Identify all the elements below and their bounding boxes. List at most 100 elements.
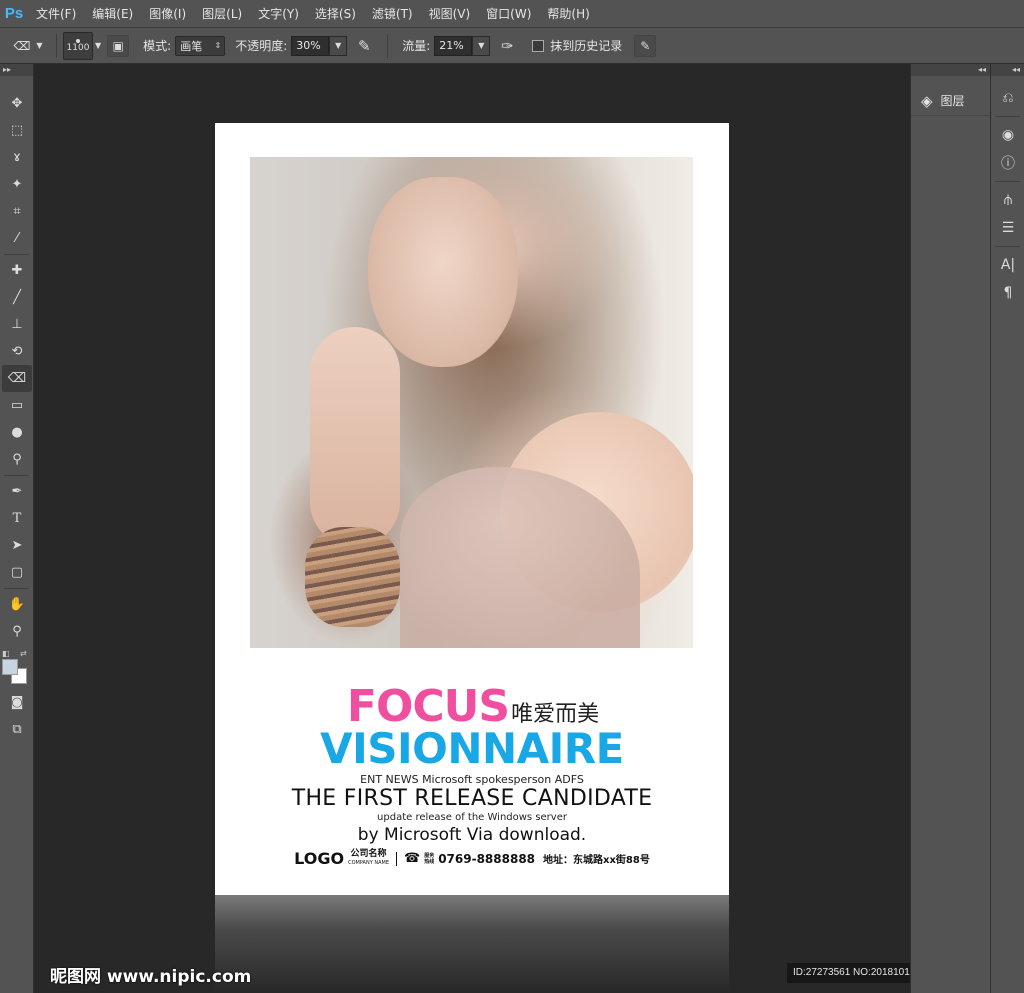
- swap-colors-icon[interactable]: ⇄: [20, 649, 27, 658]
- airbrush-toggle[interactable]: ✑: [496, 35, 518, 57]
- shape-tool[interactable]: ▢: [2, 559, 32, 586]
- pressure-size-toggle[interactable]: ✎: [634, 34, 657, 57]
- opacity-dropdown[interactable]: ▼: [329, 35, 348, 56]
- mode-value: 画笔: [180, 39, 203, 53]
- menu-edit[interactable]: 编辑(E): [84, 0, 141, 28]
- marquee-tool[interactable]: ⬚: [2, 117, 32, 144]
- magic-wand-tool[interactable]: ✦: [2, 171, 32, 198]
- brush-tool[interactable]: ╱: [2, 284, 32, 311]
- history-brush-tool[interactable]: ⟲: [2, 338, 32, 365]
- brush-panel-toggle[interactable]: ▣: [107, 34, 130, 57]
- opacity-input[interactable]: 30%: [291, 35, 330, 56]
- dodge-tool[interactable]: ⚲: [2, 446, 32, 473]
- eraser-icon: ⌫: [7, 371, 27, 386]
- default-colors-icon[interactable]: ◧: [2, 649, 10, 658]
- brush-size: 1100: [66, 42, 90, 53]
- crop-tool[interactable]: ⌗: [2, 198, 32, 225]
- screen-mode-toggle[interactable]: ⧉: [2, 716, 32, 743]
- history-panel-button[interactable]: ⎌: [993, 84, 1023, 112]
- panel-dock: ◂◂ ◈ 图层: [910, 64, 990, 993]
- marquee-icon: ⬚: [10, 123, 24, 138]
- menu-type[interactable]: 文字(Y): [250, 0, 307, 28]
- menu-layer[interactable]: 图层(L): [194, 0, 250, 28]
- tool-preset-picker[interactable]: ⌫ ▼: [6, 31, 50, 61]
- mode-select[interactable]: 画笔 ⇕: [175, 35, 226, 56]
- clone-stamp-tool[interactable]: ⊥: [2, 311, 32, 338]
- brush-preset-picker[interactable]: 1100: [63, 31, 93, 60]
- rectangle-icon: ▢: [10, 565, 24, 580]
- gradient-icon: ▭: [10, 398, 24, 413]
- document-canvas[interactable]: FOCUS 唯爱而美 VISIONNAIRE ENT NEWS Microsof…: [215, 123, 729, 895]
- brush-presets-panel-button[interactable]: ⫛: [993, 186, 1023, 214]
- screen-mode-icon: ⧉: [12, 722, 22, 737]
- company-en: COMPANY NAME: [348, 859, 389, 866]
- eyedropper-icon: ⁄: [15, 231, 19, 246]
- lasso-icon: ɤ: [13, 150, 21, 165]
- collapse-toggle[interactable]: ▸▸: [0, 64, 33, 76]
- zoom-tool[interactable]: ⚲: [2, 618, 32, 645]
- navigator-panel-button[interactable]: ◉: [993, 121, 1023, 149]
- paragraph-panel-button[interactable]: ¶: [993, 279, 1023, 307]
- layers-label: 图层: [940, 94, 965, 108]
- subtitle-2: THE FIRST RELEASE CANDIDATE: [291, 786, 653, 811]
- menu-window[interactable]: 窗口(W): [478, 0, 539, 28]
- model-photo: [250, 157, 693, 648]
- company-cn: 公司名称: [350, 848, 387, 859]
- eraser-icon: ⌫: [13, 38, 31, 53]
- hand-tool[interactable]: ✋: [2, 591, 32, 618]
- quick-mask-icon: ◙: [10, 695, 24, 710]
- pressure-opacity-toggle[interactable]: ✎: [353, 35, 375, 57]
- collapse-toggle[interactable]: ◂◂: [991, 64, 1024, 76]
- pen-tool[interactable]: ✒: [2, 478, 32, 505]
- gradient-tool[interactable]: ▭: [2, 392, 32, 419]
- foreground-color[interactable]: [2, 659, 18, 675]
- options-bar: ⌫ ▼ 1100 ▼ ▣ 模式: 画笔 ⇕ 不透明度: 30% ▼ ✎ 流量: …: [0, 28, 1024, 64]
- brushes-icon: ⫛: [1003, 192, 1013, 208]
- dodge-icon: ⚲: [12, 452, 22, 467]
- erase-history-label: 抹到历史记录: [550, 39, 623, 53]
- move-tool[interactable]: ✥: [2, 90, 32, 117]
- bandage-icon: ✚: [11, 263, 23, 278]
- tel-number: 0769-8888888: [438, 851, 536, 866]
- blur-tool[interactable]: ●: [2, 419, 32, 446]
- canvas-area[interactable]: FOCUS 唯爱而美 VISIONNAIRE ENT NEWS Microsof…: [35, 64, 1024, 993]
- eyedropper-tool[interactable]: ⁄: [2, 225, 32, 252]
- opacity-label: 不透明度:: [235, 39, 288, 53]
- flow-label: 流量:: [402, 39, 431, 53]
- brush-settings-panel-button[interactable]: ☰: [993, 214, 1023, 242]
- eraser-tool[interactable]: ⌫: [2, 365, 32, 392]
- chevron-down-icon[interactable]: ▼: [95, 41, 101, 50]
- menu-file[interactable]: 文件(F): [28, 0, 84, 28]
- path-selection-tool[interactable]: ➤: [2, 532, 32, 559]
- photoshop-window: Ps 文件(F) 编辑(E) 图像(I) 图层(L) 文字(Y) 选择(S) 滤…: [0, 0, 1024, 993]
- info-panel-button[interactable]: ⓘ: [993, 149, 1023, 177]
- type-tool[interactable]: T: [2, 505, 32, 532]
- flow-input[interactable]: 21%: [434, 35, 473, 56]
- menu-bar: Ps 文件(F) 编辑(E) 图像(I) 图层(L) 文字(Y) 选择(S) 滤…: [0, 0, 1024, 28]
- menu-select[interactable]: 选择(S): [307, 0, 364, 28]
- layers-icon: ◈: [921, 91, 933, 110]
- type-icon: T: [12, 511, 22, 526]
- menu-view[interactable]: 视图(V): [421, 0, 479, 28]
- mode-label: 模式:: [143, 39, 172, 53]
- character-icon: A|: [1000, 257, 1016, 273]
- erase-history-checkbox[interactable]: [532, 39, 545, 52]
- chevron-down-icon: ▼: [335, 41, 342, 50]
- stamp-icon: ⊥: [11, 317, 23, 332]
- divider: [4, 475, 29, 476]
- menu-filter[interactable]: 滤镜(T): [364, 0, 421, 28]
- healing-brush-tool[interactable]: ✚: [2, 257, 32, 284]
- flow-dropdown[interactable]: ▼: [472, 35, 491, 56]
- divider: [387, 33, 389, 58]
- character-panel-button[interactable]: A|: [993, 251, 1023, 279]
- sliders-icon: ☰: [1001, 220, 1015, 236]
- lasso-tool[interactable]: ɤ: [2, 144, 32, 171]
- arrow-icon: ➤: [11, 538, 23, 553]
- photo-bangles: [305, 527, 400, 627]
- menu-image[interactable]: 图像(I): [141, 0, 194, 28]
- menu-help[interactable]: 帮助(H): [539, 0, 597, 28]
- layers-panel-button[interactable]: ◈ 图层: [911, 86, 990, 116]
- poster-text-block: FOCUS 唯爱而美 VISIONNAIRE ENT NEWS Microsof…: [215, 683, 729, 869]
- collapse-toggle[interactable]: ◂◂: [911, 64, 990, 76]
- quick-mask-toggle[interactable]: ◙: [2, 689, 32, 716]
